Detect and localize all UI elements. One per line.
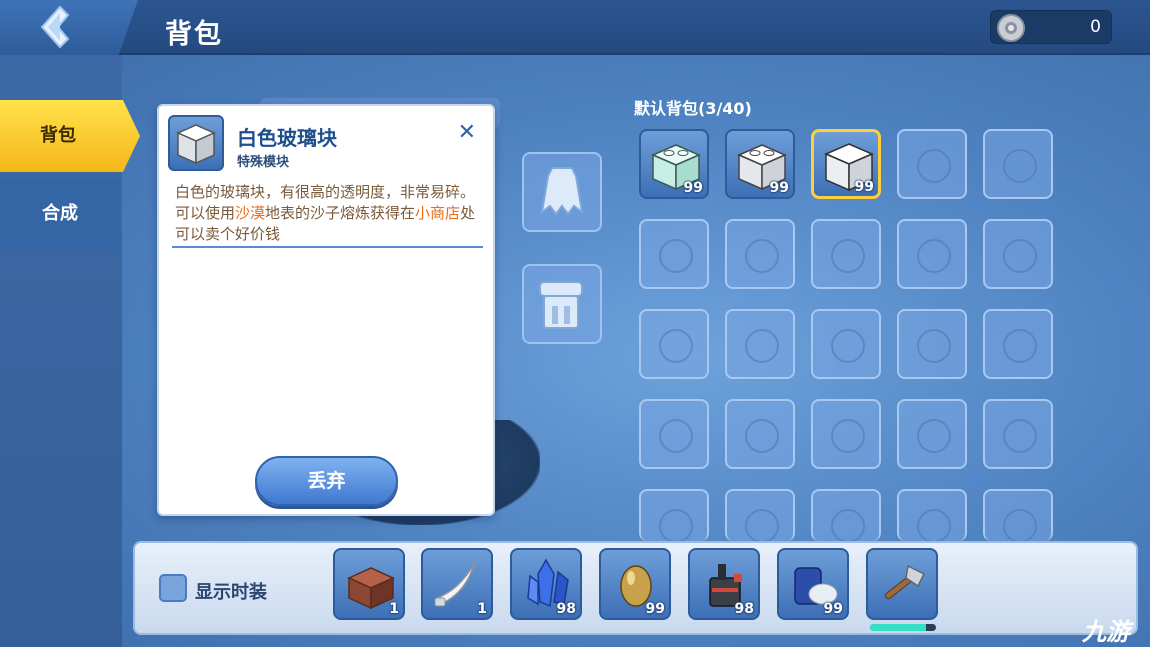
inventory-slot-empty[interactable]: [811, 399, 881, 469]
furniture-category-button[interactable]: [522, 264, 602, 344]
cape-icon: [540, 167, 584, 216]
inventory-slot-empty[interactable]: [725, 489, 795, 543]
hotbar-slot[interactable]: [866, 548, 938, 620]
item-count: 99: [854, 179, 874, 195]
inventory-slot-empty[interactable]: [725, 399, 795, 469]
hotbar-slot[interactable]: 1: [421, 548, 493, 620]
item-count: 98: [556, 601, 576, 617]
item-category: 特殊模块: [237, 155, 290, 170]
durability-fill: [870, 624, 927, 631]
watermark-brand: 九游: [1082, 618, 1130, 646]
hotbar-slot[interactable]: 98: [510, 548, 582, 620]
desc-highlight-shop: 小商店: [415, 204, 461, 222]
costume-category-button[interactable]: [522, 152, 602, 232]
inventory-slot-empty[interactable]: [639, 309, 709, 379]
hotbar-slot[interactable]: 1: [333, 548, 405, 620]
item-count: 98: [734, 601, 754, 617]
coin-counter: 0: [990, 10, 1112, 44]
glass-block-icon: [176, 124, 216, 165]
inventory-slot-empty[interactable]: [897, 399, 967, 469]
item-detail-card: 白色玻璃块 特殊模块 ✕ 白色的玻璃块，有很高的透明度，非常易碎。可以使用沙漠地…: [157, 104, 495, 516]
back-button[interactable]: [0, 0, 138, 55]
inventory-slot-empty[interactable]: [725, 309, 795, 379]
item-count: 99: [769, 180, 789, 196]
item-count: 1: [477, 601, 487, 617]
show-costume-label: 显示时装: [195, 582, 267, 603]
hotbar-slot[interactable]: 98: [688, 548, 760, 620]
inventory-slot-white-glass-block[interactable]: 99: [811, 129, 881, 199]
inventory-slot-empty[interactable]: [983, 489, 1053, 543]
inventory-slot-empty[interactable]: [897, 219, 967, 289]
inventory-slot-empty[interactable]: [983, 399, 1053, 469]
item-icon: [168, 115, 224, 171]
inventory-slot-empty[interactable]: [983, 129, 1053, 199]
hotbar-slot[interactable]: 99: [599, 548, 671, 620]
divider: [172, 246, 483, 248]
inventory-slot-white-block[interactable]: 99: [725, 129, 795, 199]
item-count: 99: [645, 601, 665, 617]
tab-crafting[interactable]: 合成: [0, 178, 120, 250]
inventory-slot-light-cyan-block[interactable]: 99: [639, 129, 709, 199]
inventory-slot-empty[interactable]: [639, 399, 709, 469]
inventory-slot-empty[interactable]: [639, 219, 709, 289]
inventory-slot-empty[interactable]: [725, 219, 795, 289]
desc-text-2: 地表的沙子熔炼获得在: [265, 204, 416, 222]
item-description: 白色的玻璃块，有很高的透明度，非常易碎。可以使用沙漠地表的沙子熔炼获得在小商店处…: [175, 182, 481, 245]
desc-highlight-desert: 沙漠: [235, 204, 266, 222]
inventory-title: 默认背包(3/40): [634, 99, 752, 118]
close-icon[interactable]: ✕: [458, 120, 476, 145]
coin-value: 0: [1090, 17, 1101, 37]
inventory-slot-empty[interactable]: [811, 309, 881, 379]
inventory-slot-empty[interactable]: [811, 219, 881, 289]
axe-icon: [884, 564, 926, 600]
show-costume-checkbox[interactable]: [159, 574, 187, 602]
inventory-slot-empty[interactable]: [983, 219, 1053, 289]
item-name: 白色玻璃块: [237, 126, 337, 150]
inventory-slot-empty[interactable]: [811, 489, 881, 543]
discard-button[interactable]: 丢弃: [255, 456, 398, 506]
page-title: 背包: [165, 19, 223, 50]
inventory-slot-empty[interactable]: [983, 309, 1053, 379]
inventory-slot-empty[interactable]: [897, 309, 967, 379]
inventory-slot-empty[interactable]: [897, 129, 967, 199]
item-count: 99: [683, 180, 703, 196]
item-count: 99: [823, 601, 843, 617]
item-count: 1: [389, 601, 399, 617]
tab-backpack[interactable]: 背包: [0, 100, 140, 172]
back-arrow-icon[interactable]: [34, 5, 78, 49]
inventory-slot-empty[interactable]: [639, 489, 709, 543]
coin-icon: [997, 14, 1025, 42]
axe-durability-bar: [870, 624, 936, 631]
inventory-slot-empty[interactable]: [897, 489, 967, 543]
furniture-icon: [539, 281, 583, 329]
hotbar-slot[interactable]: 99: [777, 548, 849, 620]
